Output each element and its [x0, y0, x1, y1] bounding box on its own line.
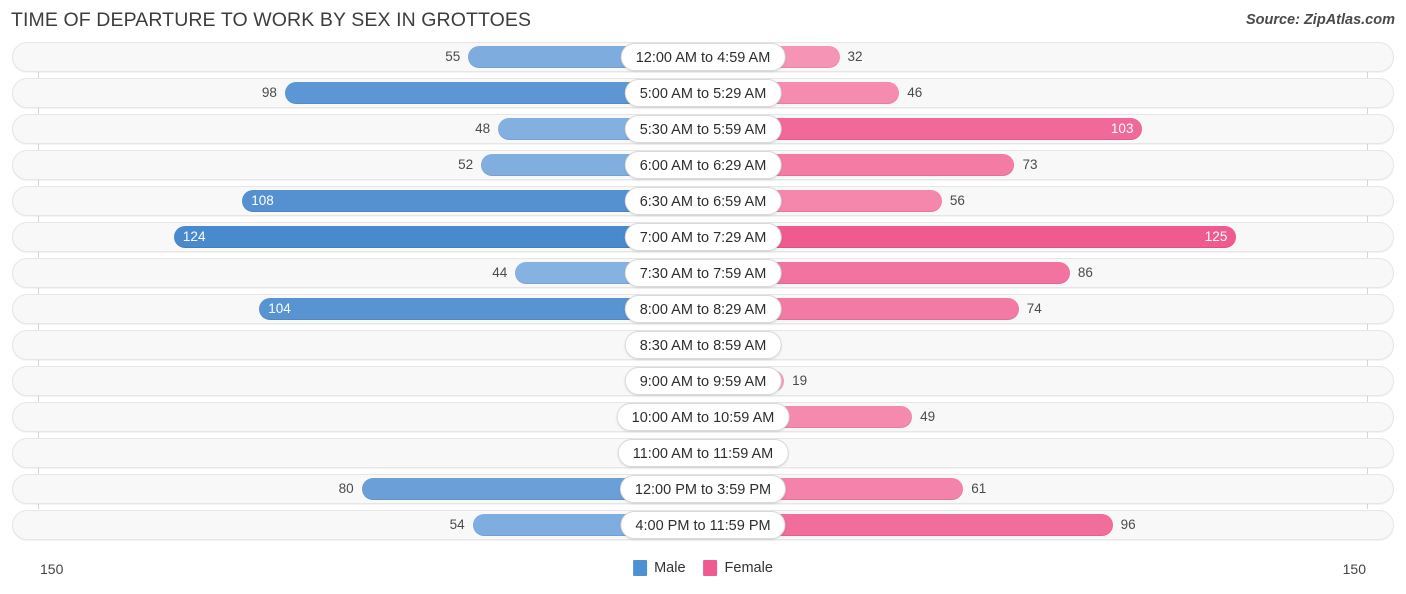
axis-max-left: 150: [40, 561, 64, 577]
chart-plot-area: 55 32 12:00 AM to 4:59 AM 98 46 5:00 AM to 5:…: [0, 42, 1406, 550]
bar-value-female: 32: [847, 49, 863, 64]
chart-row: 3011:00 AM to 11:59 AM: [0, 438, 1406, 468]
source-attribution: Source: ZipAtlas.com: [1245, 12, 1395, 28]
bar-value-female: 74: [1026, 301, 1042, 316]
bar-value-male: 44: [492, 265, 508, 280]
category-label: 8:30 AM to 8:59 AM: [624, 331, 782, 359]
category-label: 6:00 AM to 6:29 AM: [624, 151, 782, 179]
bar-value-male: 104: [268, 301, 291, 316]
chart-legend: Male Female: [633, 560, 773, 576]
legend-item-female[interactable]: Female: [703, 560, 773, 576]
bar-value-male: 54: [449, 517, 465, 532]
bar-value-female: 96: [1120, 517, 1136, 532]
category-label: 12:00 AM to 4:59 AM: [620, 43, 786, 71]
category-label: 8:00 AM to 8:29 AM: [624, 295, 782, 323]
category-label: 11:00 AM to 11:59 AM: [617, 439, 789, 467]
bar-value-male: 98: [261, 85, 277, 100]
bar-value-male: 48: [475, 121, 491, 136]
bar-value-female: 125: [1204, 229, 1228, 244]
chart-row: 54 96 4:00 PM to 11:59 PM: [0, 510, 1406, 540]
chart-row: 48 103 5:30 AM to 5:59 AM: [0, 114, 1406, 144]
chart-header: TIME OF DEPARTURE TO WORK BY SEX IN GROT…: [0, 0, 1406, 42]
bar-female[interactable]: [703, 226, 1237, 248]
axis-max-right: 150: [1342, 561, 1366, 577]
chart-row: 52 73 6:00 AM to 6:29 AM: [0, 150, 1406, 180]
bar-value-male: 124: [182, 229, 206, 244]
chart-row: 54910:00 AM to 10:59 AM: [0, 402, 1406, 432]
chart-row: 108 56 6:30 AM to 6:59 AM: [0, 186, 1406, 216]
bar-value-male: 55: [445, 49, 461, 64]
chart-row: 098:30 AM to 8:59 AM: [0, 330, 1406, 360]
category-label: 10:00 AM to 10:59 AM: [616, 403, 790, 431]
chart-rows: 55 32 12:00 AM to 4:59 AM 98 46 5:00 AM to 5:…: [0, 42, 1406, 546]
bar-value-male: 52: [458, 157, 474, 172]
legend-item-male[interactable]: Male: [633, 560, 686, 576]
bar-value-female: 61: [971, 481, 987, 496]
bar-value-male: 80: [338, 481, 354, 496]
legend-swatch-female-icon: [703, 560, 718, 576]
chart-row: 0199:00 AM to 9:59 AM: [0, 366, 1406, 396]
legend-swatch-male-icon: [633, 560, 648, 576]
bar-value-male: 108: [251, 193, 274, 208]
bar-value-female: 73: [1022, 157, 1038, 172]
category-label: 6:30 AM to 6:59 AM: [624, 187, 782, 215]
legend-label-female: Female: [724, 560, 773, 576]
category-label: 7:00 AM to 7:29 AM: [624, 223, 782, 251]
chart-row: 44 86 7:30 AM to 7:59 AM: [0, 258, 1406, 288]
category-label: 4:00 PM to 11:59 PM: [620, 511, 786, 539]
bar-male[interactable]: [173, 226, 703, 248]
category-label: 5:00 AM to 5:29 AM: [624, 79, 782, 107]
bar-value-female: 46: [907, 85, 923, 100]
chart-row: 124 125 7:00 AM to 7:29 AM: [0, 222, 1406, 252]
bar-value-female: 86: [1077, 265, 1093, 280]
chart-row: 55 32 12:00 AM to 4:59 AM: [0, 42, 1406, 72]
page-title: TIME OF DEPARTURE TO WORK BY SEX IN GROT…: [11, 9, 532, 31]
bar-value-female: 49: [920, 409, 936, 424]
bar-value-female: 103: [1110, 121, 1134, 136]
bar-value-female: 56: [949, 193, 965, 208]
category-label: 9:00 AM to 9:59 AM: [624, 367, 782, 395]
chart-row: 80 61 12:00 PM to 3:59 PM: [0, 474, 1406, 504]
category-label: 5:30 AM to 5:59 AM: [624, 115, 782, 143]
chart-row: 98 46 5:00 AM to 5:29 AM: [0, 78, 1406, 108]
category-label: 7:30 AM to 7:59 AM: [624, 259, 782, 287]
chart-row: 104 74 8:00 AM to 8:29 AM: [0, 294, 1406, 324]
legend-label-male: Male: [654, 560, 686, 576]
bar-value-female: 19: [792, 373, 808, 388]
category-label: 12:00 PM to 3:59 PM: [619, 475, 787, 503]
chart-footer: 150 150 Male Female: [0, 550, 1406, 594]
